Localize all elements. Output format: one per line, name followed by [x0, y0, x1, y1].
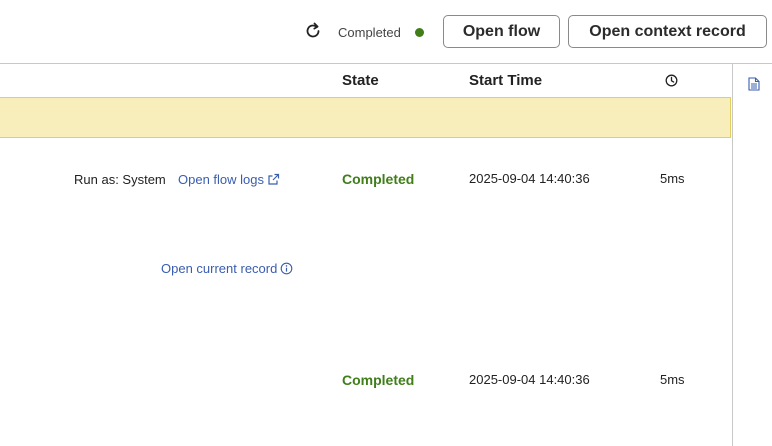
execution-table: State Start Time Run as: System Open flo…: [0, 64, 732, 446]
run-as-label: Run as: System: [74, 172, 166, 187]
external-link-icon: [268, 173, 280, 185]
open-current-record-label: Open current record: [161, 261, 278, 276]
row-duration: 5ms: [660, 171, 685, 186]
open-context-record-button[interactable]: Open context record: [568, 15, 767, 48]
top-toolbar: Completed Open flow Open context record: [0, 0, 772, 64]
row-state: Completed: [342, 171, 415, 187]
open-flow-button[interactable]: Open flow: [443, 15, 560, 48]
column-header-start-time[interactable]: Start Time: [469, 72, 542, 89]
column-header-state[interactable]: State: [342, 72, 379, 89]
open-flow-logs-label: Open flow logs: [178, 172, 264, 187]
row-duration: 5ms: [660, 372, 685, 387]
row-state: Completed: [342, 372, 415, 388]
row-start-time: 2025-09-04 14:40:36: [469, 171, 590, 186]
open-flow-logs-link[interactable]: Open flow logs: [178, 172, 280, 187]
selected-row-highlight[interactable]: [0, 97, 731, 138]
status-dot: [415, 28, 424, 37]
table-header: State Start Time: [0, 64, 732, 97]
side-panel: [732, 64, 772, 446]
clock-icon[interactable]: [665, 74, 678, 87]
status-label: Completed: [338, 25, 401, 40]
document-icon[interactable]: [748, 77, 760, 91]
row-start-time: 2025-09-04 14:40:36: [469, 372, 590, 387]
info-icon: [280, 262, 293, 275]
open-current-record-link[interactable]: Open current record: [161, 261, 293, 276]
refresh-icon[interactable]: [303, 21, 323, 41]
